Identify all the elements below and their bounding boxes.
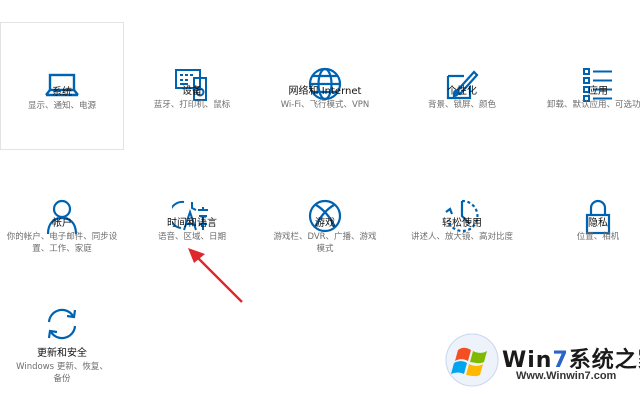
tile-title: 个性化 [447,86,477,97]
tile-title: 网络和 Internet [288,86,362,97]
tile-ease-of-access[interactable]: 轻松使用 讲述人、放大镜、高对比度 [400,154,524,282]
tile-title: 轻松使用 [442,218,482,229]
tile-title: 隐私 [588,218,608,229]
app-list-icon [578,64,618,104]
watermark-url: Www.Winwin7.com [516,370,617,382]
keyboard-speaker-icon [172,64,212,104]
tile-title: 设备 [182,86,202,97]
tile-title: 应用 [588,86,608,97]
tile-description: 卸载、默认应用、可选功能 [546,100,640,110]
tile-title: 时间和语言 [167,218,217,229]
tile-description: 位置、相机 [576,232,620,242]
tile-description: Wi-Fi、飞行模式、VPN [280,100,370,110]
tile-privacy[interactable]: 隐私 位置、相机 [536,154,640,282]
tile-description: 讲述人、放大镜、高对比度 [410,232,513,242]
time-language-icon [172,196,212,236]
paint-tablet-icon [442,64,482,104]
tile-time-language[interactable]: 时间和语言 语音、区域、日期 [130,154,254,282]
tile-description: Windows 更新、恢复、备份 [16,362,108,384]
tile-personalization[interactable]: 个性化 背景、锁屏、颜色 [400,22,524,150]
globe-icon [305,64,345,104]
tile-title: 游戏 [315,218,335,229]
tile-network[interactable]: 网络和 Internet Wi-Fi、飞行模式、VPN [263,22,387,150]
laptop-icon [42,65,82,105]
xbox-icon [305,196,345,236]
tile-description: 显示、通知、电源 [27,101,96,111]
tile-gaming[interactable]: 游戏 游戏栏、DVR、广播、游戏模式 [263,154,387,282]
tile-description: 蓝牙、打印机、鼠标 [153,100,231,110]
lock-icon [578,196,618,236]
tile-title: 帐户 [52,218,72,229]
tile-description: 你的帐户、电子邮件、同步设置、工作、家庭 [6,232,118,254]
tile-update-security[interactable]: 更新和安全 Windows 更新、恢复、备份 [0,262,124,390]
tile-title: 更新和安全 [37,348,87,359]
windows-logo-icon [445,333,499,387]
tile-system[interactable]: 系统 显示、通知、电源 [0,22,124,150]
tile-description: 背景、锁屏、颜色 [427,100,496,110]
tile-description: 语音、区域、日期 [157,232,226,242]
tile-title: 系统 [52,87,72,98]
sync-arrows-icon [42,304,82,344]
ease-of-access-icon [442,196,482,236]
tile-description: 游戏栏、DVR、广播、游戏模式 [273,232,377,254]
person-icon [42,196,82,236]
tile-apps[interactable]: 应用 卸载、默认应用、可选功能 [536,22,640,150]
tile-devices[interactable]: 设备 蓝牙、打印机、鼠标 [130,22,254,150]
watermark: Win7系统之家 Www.Winwin7.com [440,318,640,394]
